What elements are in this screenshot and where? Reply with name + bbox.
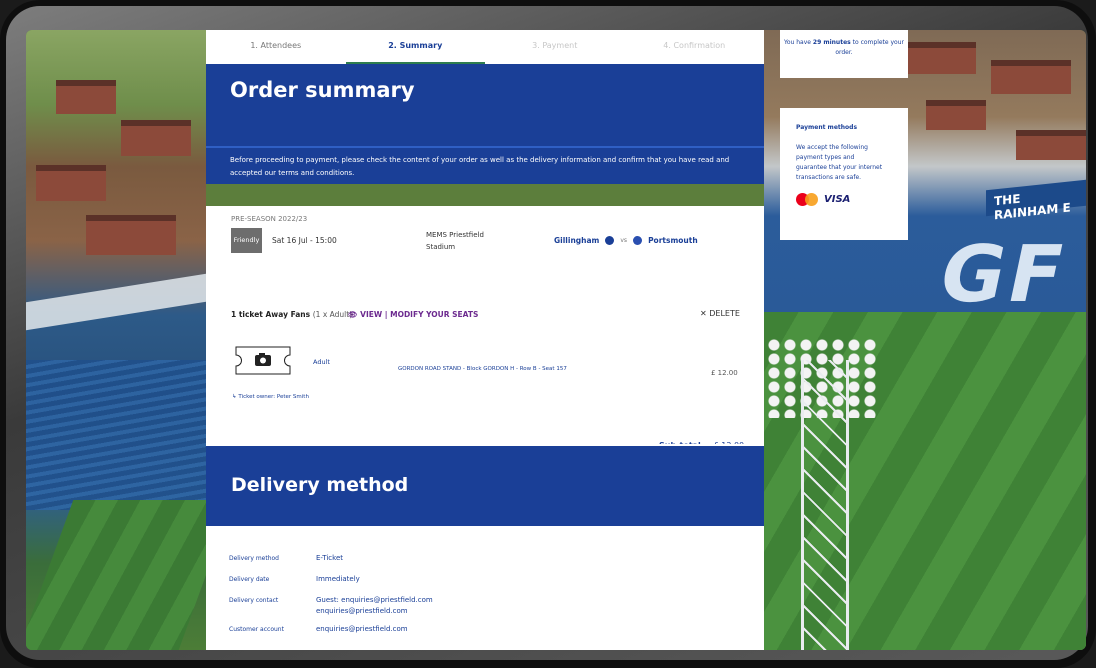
delivery-method-label: Delivery method — [229, 555, 279, 562]
payment-text: We accept the following payment types an… — [796, 144, 883, 181]
house-image — [991, 60, 1071, 94]
gillingham-crest-icon — [605, 236, 615, 245]
delivery-date-value: Immediately — [316, 575, 360, 583]
stand-seats — [26, 360, 206, 510]
arrow-icon: ↳ — [232, 394, 237, 400]
delivery-contact-label: Delivery contact — [229, 597, 279, 604]
stand-letters: GF — [931, 230, 1076, 320]
ticket-type: Adult — [313, 358, 330, 366]
visa-icon: VISA — [824, 194, 851, 205]
timer-minutes: 29 minutes — [812, 39, 851, 46]
ticket-summary: 1 ticket Away Fans (1 x Adult) — [231, 310, 352, 319]
floodlight-mast — [801, 360, 849, 650]
event-venue: MEMS Priestfield Stadium — [426, 231, 484, 251]
delivery-contact-email: enquiries@priestfield.com — [316, 607, 408, 615]
ticket-photo-icon — [235, 346, 291, 375]
modify-seats-link[interactable]: 👁 VIEW | MODIFY YOUR SEATS — [348, 310, 478, 319]
house-image — [926, 100, 986, 130]
customer-account-label: Customer account — [229, 626, 284, 633]
away-team: Portsmouth — [648, 236, 698, 245]
house-image — [906, 42, 976, 74]
delivery-panel: Delivery method E-Ticket Delivery date I… — [206, 526, 764, 650]
house-image — [86, 215, 176, 255]
house-image — [1016, 130, 1086, 160]
delivery-method-value: E-Ticket — [316, 554, 344, 562]
house-image — [56, 80, 116, 114]
event-teams: Gillingham vs Portsmouth — [554, 236, 698, 245]
house-image — [121, 120, 191, 156]
versus-label: vs — [620, 237, 628, 244]
event-datetime: Sat 16 Jul - 15:00 — [272, 236, 337, 245]
ticket-price: £ 12.00 — [711, 369, 738, 377]
ticket-detail: (1 x Adult) — [312, 310, 353, 319]
step-payment: 3. Payment — [532, 41, 578, 50]
step-confirmation: 4. Confirmation — [663, 41, 726, 50]
house-image — [36, 165, 106, 201]
home-team: Gillingham — [554, 236, 600, 245]
card-logos: VISA — [796, 193, 908, 206]
checkout-steps: 1. Attendees 2. Summary 3. Payment 4. Co… — [206, 30, 764, 64]
delivery-date-label: Delivery date — [229, 576, 270, 583]
ticket-owner-label: Ticket owner: Peter Smith — [238, 394, 309, 400]
order-summary-header: Order summary Before proceeding to payme… — [206, 64, 764, 184]
payment-title: Payment methods — [796, 124, 858, 131]
delivery-header: Delivery method — [206, 446, 764, 526]
timer-prefix: You have — [784, 39, 811, 46]
customer-account-value: enquiries@priestfield.com — [316, 625, 408, 633]
order-summary-intro: Before proceeding to payment, please che… — [230, 156, 730, 177]
order-panel: PRE-SEASON 2022/23 Friendly Sat 16 Jul -… — [206, 206, 764, 450]
step-summary[interactable]: 2. Summary — [345, 30, 485, 64]
delivery-contact-value: Guest: enquiries@priestfield.com — [316, 596, 433, 604]
ticket-count: 1 ticket Away Fans — [231, 310, 311, 319]
delete-label: DELETE — [709, 309, 740, 318]
page-title: Order summary — [230, 78, 415, 102]
countdown-card: You have 29 minutes to complete your ord… — [780, 30, 908, 78]
portsmouth-crest-icon — [633, 236, 643, 245]
delete-button[interactable]: ✕ DELETE — [700, 309, 740, 318]
ticket-seat: GORDON ROAD STAND - Block GORDON H - Row… — [398, 366, 567, 372]
screen: THE RAINHAM E GF 1. Attendees 2. Summary… — [26, 30, 1086, 650]
delivery-title: Delivery method — [231, 474, 409, 496]
payment-methods-card: Payment methods We accept the following … — [780, 108, 908, 240]
divider — [206, 146, 764, 148]
eye-icon: 👁 — [348, 310, 358, 319]
event-badge: Friendly — [231, 228, 262, 253]
step-attendees[interactable]: 1. Attendees — [206, 30, 346, 64]
event-season: PRE-SEASON 2022/23 — [231, 215, 308, 223]
ticket-owner: ↳ Ticket owner: Peter Smith — [232, 394, 309, 400]
close-icon: ✕ — [700, 309, 707, 318]
mastercard-icon — [796, 193, 818, 206]
modify-seats-label: VIEW | MODIFY YOUR SEATS — [360, 310, 479, 319]
